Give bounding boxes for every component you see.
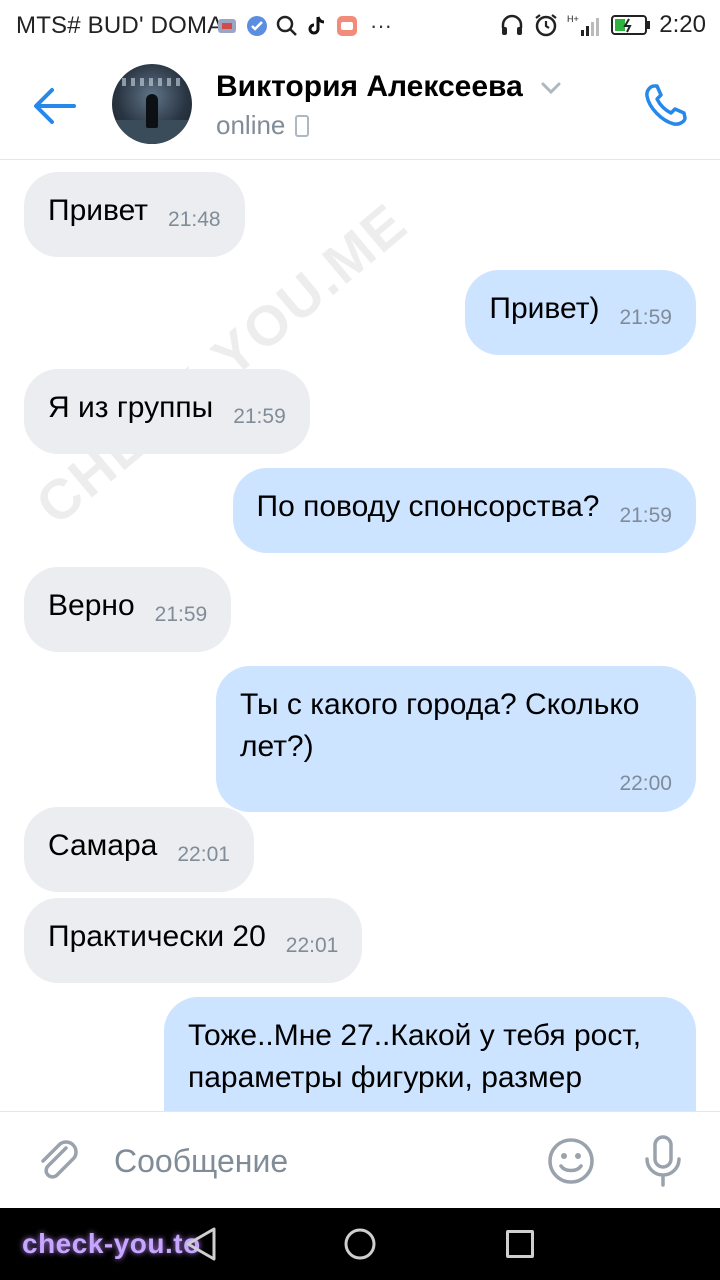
- chat-header: Виктория Алексеева online: [0, 52, 720, 160]
- message-time: 22:01: [285, 934, 339, 957]
- message-time: 22:00: [619, 772, 672, 795]
- message-time: 21:59: [233, 405, 286, 428]
- contact-name[interactable]: Виктория Алексеева: [216, 70, 523, 104]
- system-nav-bar: check-you.to: [0, 1208, 720, 1280]
- more-notifications-icon: ···: [370, 13, 392, 38]
- message-text: Верно: [48, 589, 135, 622]
- gallery-icon: [218, 19, 236, 33]
- message-list[interactable]: CHECK-YOU.ME Привет 21:48 Привет) 21:59 Я …: [0, 161, 720, 1111]
- message-text: Привет: [48, 194, 149, 227]
- message-time: 21:59: [619, 306, 672, 329]
- message-input[interactable]: [114, 1138, 514, 1184]
- headphones-icon: [502, 14, 523, 35]
- clock: 2:20: [659, 11, 706, 38]
- nav-recent-apps-icon[interactable]: [506, 1230, 534, 1258]
- signal-icon: H+: [567, 14, 600, 36]
- message-outgoing[interactable]: Ты с какого города? Сколько лет?) 22:00: [216, 666, 696, 812]
- microphone-icon[interactable]: [640, 1134, 686, 1188]
- carrier-name: MTS# BUD' DOMA: [16, 12, 224, 39]
- app-icon: [337, 16, 357, 36]
- online-status: online: [216, 110, 310, 141]
- message-text: По поводу спонсорства?: [256, 490, 600, 523]
- message-incoming[interactable]: Я из группы 21:59: [24, 369, 310, 454]
- paperclip-icon[interactable]: [36, 1136, 80, 1186]
- mobile-device-icon: [295, 114, 310, 137]
- message-text: Практически 20: [48, 920, 266, 953]
- message-time: 21:59: [154, 603, 208, 626]
- message-text: Ты с какого города? Сколько лет?): [240, 688, 640, 763]
- status-bar: MTS# BUD' DOMA ··· H+ 2:20: [0, 0, 720, 52]
- message-incoming[interactable]: Самара 22:01: [24, 807, 254, 892]
- message-incoming[interactable]: Привет 21:48: [24, 172, 245, 257]
- message-outgoing[interactable]: Тоже..Мне 27..Какой у тебя рост, парамет…: [164, 997, 696, 1111]
- message-outgoing[interactable]: По поводу спонсорства? 21:59: [232, 468, 696, 553]
- avatar[interactable]: [112, 64, 192, 144]
- message-time: 21:48: [168, 208, 221, 231]
- back-arrow-icon[interactable]: [30, 84, 80, 128]
- chevron-down-icon[interactable]: [540, 80, 562, 96]
- system-icons: H+ 2:20: [499, 10, 706, 40]
- message-text: Я из группы: [48, 391, 214, 424]
- svg-text:H+: H+: [567, 14, 579, 24]
- message-incoming[interactable]: Практически 20 22:01: [24, 898, 363, 983]
- message-outgoing[interactable]: Привет) 21:59: [465, 270, 696, 355]
- app-check-icon: [247, 16, 267, 36]
- tiktok-icon: [308, 16, 325, 35]
- battery-icon: [611, 15, 651, 35]
- message-text: Тоже..Мне 27..Какой у тебя рост, парамет…: [188, 1019, 642, 1094]
- message-incoming[interactable]: Верно 21:59: [24, 567, 232, 652]
- message-text: Привет): [489, 292, 600, 325]
- smile-icon[interactable]: [546, 1136, 596, 1186]
- brand-watermark: check-you.to: [22, 1228, 201, 1259]
- notification-icons: ···: [216, 12, 392, 40]
- search-icon: [276, 15, 297, 36]
- alarm-icon: [535, 14, 557, 37]
- composer: [0, 1111, 720, 1208]
- nav-home-icon[interactable]: [344, 1228, 376, 1260]
- message-time: 21:59: [619, 504, 672, 527]
- online-status-label: online: [216, 110, 286, 140]
- message-text: Самара: [48, 829, 158, 862]
- message-time: 22:01: [177, 843, 230, 866]
- phone-icon[interactable]: [640, 80, 692, 132]
- nav-back-icon[interactable]: [184, 1226, 218, 1262]
